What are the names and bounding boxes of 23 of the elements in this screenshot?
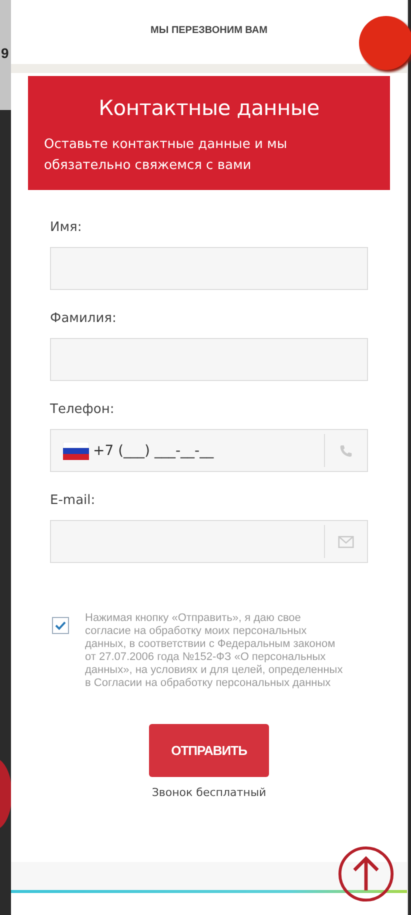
background-text: 9	[1, 45, 9, 61]
input-field[interactable]	[50, 520, 368, 563]
free-call-note: Звонок бесплатный	[152, 786, 266, 799]
input-field[interactable]: +7 (___) ___-__-__	[50, 429, 368, 472]
consent-checkbox[interactable]	[52, 617, 69, 634]
input-field[interactable]	[50, 338, 368, 381]
submit-button[interactable]: ОТПРАВИТЬ	[149, 724, 269, 777]
phone-mask: +7 (___) ___-__-__	[93, 442, 214, 458]
scroll-up-icon[interactable]	[337, 845, 395, 903]
phone-icon	[338, 444, 354, 458]
consent-text: Нажимая кнопку «Отправить», я даю свое согласие на обработку моих персональных данных, в соответствии с Федеральным законом от 27.07.2006 года №152-ФЗ «О персональных данных», на условиях и для целей, определенных в Согласии на обработку персональных данных	[85, 612, 344, 690]
input-field[interactable]	[50, 247, 368, 290]
flag-icon	[63, 442, 89, 460]
banner-subtitle: Оставьте контактные данные и мы обязательно свяжемся с вами	[44, 136, 288, 175]
field-label: E-mail:	[50, 493, 96, 508]
close-button[interactable]	[359, 16, 411, 70]
modal-title: МЫ ПЕРЕЗВОНИМ ВАМ	[150, 24, 268, 36]
check-icon	[55, 621, 66, 630]
banner-title: Контактные данные	[98, 96, 320, 120]
field-label: Телефон:	[50, 402, 116, 417]
field-label: Фамилия:	[50, 311, 118, 326]
envelope-icon	[338, 534, 354, 548]
field-label: Имя:	[50, 220, 83, 235]
